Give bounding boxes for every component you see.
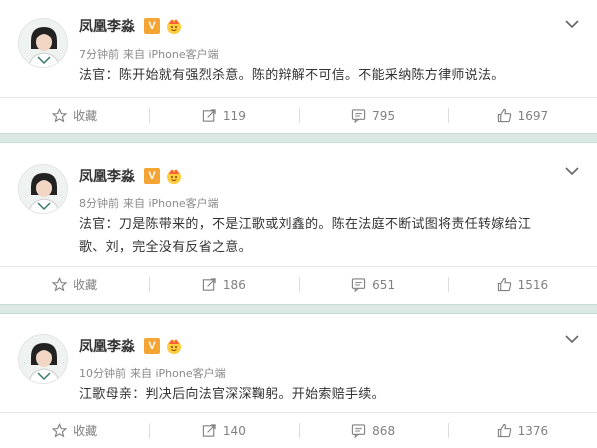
post-text-line: 法官：刀是陈带来的，不是江歌或刘鑫的。陈在法庭不断试图将责任转嫁给江 (79, 217, 532, 232)
repost-icon (202, 424, 216, 437)
favorite-button[interactable]: 收藏 (0, 413, 149, 448)
like-count: 1697 (517, 108, 549, 123)
verified-badge: V (144, 18, 160, 34)
star-icon (52, 277, 68, 292)
author-name[interactable]: 凤凰李淼 (79, 336, 135, 356)
comment-count: 651 (372, 277, 396, 292)
comment-count: 795 (372, 108, 396, 123)
comment-count: 868 (372, 423, 396, 438)
post-time[interactable]: 7分钟前 (79, 48, 119, 61)
like-count: 1516 (517, 277, 549, 292)
post-text: 江歌母亲：判决后向法官深深鞠躬。开始索赔手续。 (79, 387, 385, 402)
favorite-label: 收藏 (73, 109, 98, 123)
repost-icon (202, 109, 216, 122)
star-icon (52, 423, 68, 438)
repost-icon (202, 278, 216, 291)
repost-count: 140 (222, 423, 246, 438)
post-text: 法官：刀是陈带来的，不是江歌或刘鑫的。陈在法庭不断试图将责任转嫁给江 歌、刘，完… (79, 213, 579, 259)
fan-badge-icon (167, 19, 181, 34)
verified-badge: V (144, 338, 160, 354)
post-card: 凤凰李淼 V 7分钟前 来自 iPhone客户端 法官：陈开始就有强烈杀意。陈的辩… (0, 0, 597, 133)
feed-separator (0, 133, 597, 143)
post-text: 法官：陈开始就有强烈杀意。陈的辩解不可信。不能采纳陈方律师说法。 (79, 68, 505, 83)
thumbs-up-icon (497, 277, 511, 292)
favorite-label: 收藏 (73, 424, 98, 438)
avatar[interactable] (18, 334, 68, 384)
comment-button[interactable]: 868 (298, 413, 448, 448)
author-name[interactable]: 凤凰李淼 (79, 166, 135, 186)
post-card: 凤凰李淼 V 8分钟前 来自 iPhone客户端 法官：刀是陈带来的，不是江歌或刘… (0, 143, 597, 304)
comment-button[interactable]: 651 (298, 267, 448, 302)
repost-button[interactable]: 186 (149, 267, 298, 302)
fan-badge-icon (167, 339, 181, 354)
favorite-button[interactable]: 收藏 (0, 98, 149, 133)
post-card: 凤凰李淼 V 10分钟前 来自 iPhone客户端 江歌母亲：判决后向法官深深鞠躬… (0, 314, 597, 446)
post-source: 来自 iPhone客户端 (123, 197, 219, 210)
post-time[interactable]: 8分钟前 (79, 197, 119, 210)
post-text-line: 歌、刘，完全没有反省之意。 (79, 240, 252, 255)
chevron-down-icon[interactable] (565, 19, 579, 29)
post-source: 来自 iPhone客户端 (130, 367, 226, 380)
weibo-feed: 凤凰李淼 V 7分钟前 来自 iPhone客户端 法官：陈开始就有强烈杀意。陈的辩… (0, 0, 597, 446)
repost-button[interactable]: 119 (149, 98, 298, 133)
action-bar: 收藏 140 868 1376 (0, 412, 597, 448)
avatar[interactable] (18, 164, 68, 214)
like-button[interactable]: 1376 (447, 413, 597, 448)
thumbs-up-icon (497, 423, 511, 438)
repost-count: 186 (222, 277, 246, 292)
repost-count: 119 (222, 108, 246, 123)
action-bar: 收藏 119 795 1697 (0, 97, 597, 133)
chevron-down-icon[interactable] (565, 334, 579, 344)
favorite-button[interactable]: 收藏 (0, 267, 149, 302)
comment-button[interactable]: 795 (298, 98, 448, 133)
repost-button[interactable]: 140 (149, 413, 298, 448)
favorite-label: 收藏 (73, 278, 98, 292)
fan-badge-icon (167, 169, 181, 184)
action-bar: 收藏 186 651 1516 (0, 266, 597, 302)
star-icon (52, 108, 68, 123)
author-name[interactable]: 凤凰李淼 (79, 16, 135, 36)
like-button[interactable]: 1516 (447, 267, 597, 302)
chevron-down-icon[interactable] (565, 166, 579, 176)
verified-badge: V (144, 168, 160, 184)
like-count: 1376 (517, 423, 549, 438)
post-time[interactable]: 10分钟前 (79, 367, 126, 380)
feed-separator (0, 304, 597, 314)
like-button[interactable]: 1697 (447, 98, 597, 133)
avatar[interactable] (18, 18, 68, 68)
post-source: 来自 iPhone客户端 (123, 48, 219, 61)
thumbs-up-icon (497, 108, 511, 123)
comment-icon (352, 278, 366, 292)
comment-icon (352, 424, 366, 438)
comment-icon (352, 109, 366, 123)
